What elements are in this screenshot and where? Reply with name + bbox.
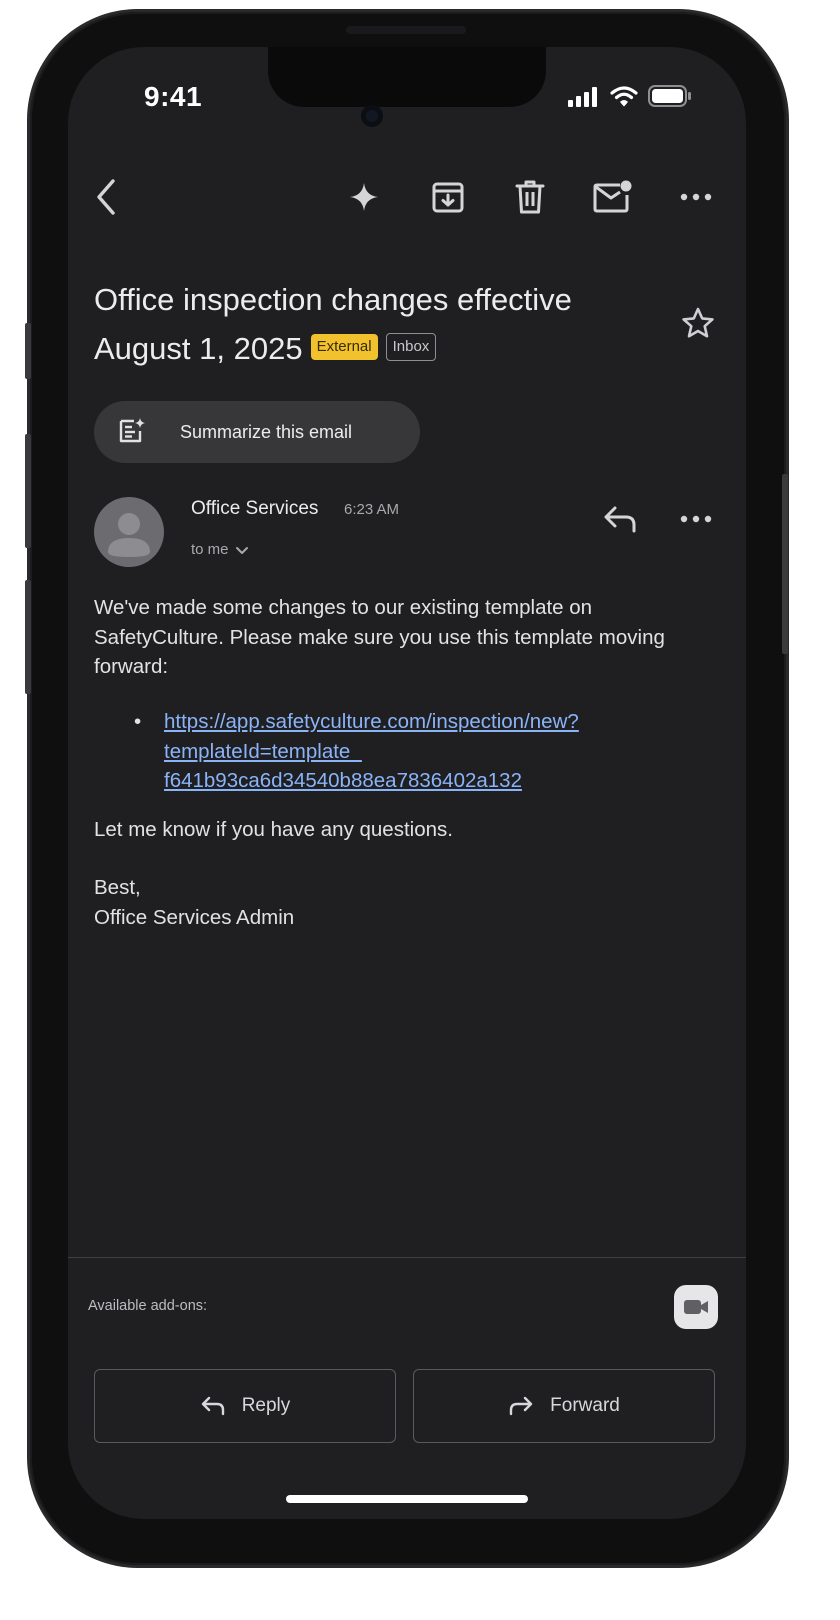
trash-icon (515, 180, 545, 214)
sender-name[interactable]: Office Services (191, 498, 318, 520)
link-line: f641b93ca6d34540b88ea7836402a132 (164, 769, 522, 792)
cellular-signal-icon (568, 87, 597, 107)
email-subject: Office inspection changes effective Augu… (94, 275, 654, 373)
footer-divider (68, 1257, 746, 1258)
more-icon (680, 193, 712, 201)
home-indicator[interactable] (286, 1495, 528, 1503)
signature: Best, Office Services Admin (94, 873, 294, 932)
summary-document-icon (119, 418, 145, 443)
delete-button[interactable] (508, 175, 552, 219)
forward-label: Forward (550, 1395, 620, 1416)
video-camera-icon (684, 1300, 708, 1314)
inbox-label[interactable]: Inbox (385, 332, 437, 361)
video-meeting-addon-button[interactable] (674, 1285, 718, 1329)
signoff-line: Office Services Admin (94, 905, 295, 929)
bullet-icon: • (134, 710, 142, 733)
external-label: External (310, 333, 378, 360)
more-options-button[interactable] (674, 175, 718, 219)
star-icon (682, 307, 714, 338)
recipient-text: to me (191, 541, 229, 558)
mute-switch (25, 323, 31, 379)
screen: 9:41 Office inspection changes effective… (68, 47, 746, 1519)
more-icon (680, 515, 712, 523)
back-button[interactable] (84, 175, 128, 219)
power-button (782, 474, 788, 654)
link-line: templateId=template_ (164, 739, 362, 763)
volume-down-button (25, 580, 31, 694)
summarize-email-button[interactable]: Summarize this email (94, 401, 420, 463)
signoff-line: Best, (94, 876, 141, 899)
template-link[interactable]: https://app.safetyculture.com/inspection… (164, 707, 684, 796)
person-icon (108, 513, 150, 557)
email-body: We've made some changes to our existing … (94, 593, 694, 682)
gemini-button[interactable] (342, 175, 386, 219)
volume-up-button (25, 434, 31, 548)
message-more-button[interactable] (674, 497, 718, 541)
archive-button[interactable] (426, 175, 470, 219)
sent-time: 6:23 AM (344, 501, 400, 518)
chevron-left-icon (97, 179, 115, 215)
body-intro: We've made some changes to our existing … (94, 596, 665, 678)
summarize-label: Summarize this email (180, 421, 353, 442)
addons-label: Available add-ons: (88, 1298, 208, 1314)
battery-icon (648, 85, 691, 107)
status-time: 9:41 (144, 81, 203, 112)
mark-unread-button[interactable] (590, 175, 634, 219)
reply-icon (604, 506, 636, 533)
reply-icon (201, 1396, 224, 1416)
reply-button[interactable]: Reply (94, 1369, 396, 1443)
archive-icon (432, 182, 464, 213)
wifi-icon (610, 86, 638, 107)
link-line: https://app.safetyculture.com/inspection… (164, 710, 579, 733)
front-camera (361, 105, 383, 127)
mark-unread-icon (593, 180, 632, 213)
notch (268, 47, 546, 107)
star-button[interactable] (676, 301, 720, 345)
sparkle-icon (350, 183, 378, 211)
body-closing: Let me know if you have any questions. (94, 818, 453, 841)
forward-button[interactable]: Forward (413, 1369, 715, 1443)
status-icons (568, 85, 692, 107)
chevron-down-icon (235, 546, 248, 554)
reply-label: Reply (241, 1395, 291, 1416)
sender-avatar[interactable] (94, 497, 164, 567)
recipient-details-toggle[interactable]: to me (191, 541, 249, 558)
forward-icon (509, 1396, 533, 1416)
earpiece-speaker (346, 26, 466, 34)
reply-icon-button[interactable] (598, 497, 642, 541)
